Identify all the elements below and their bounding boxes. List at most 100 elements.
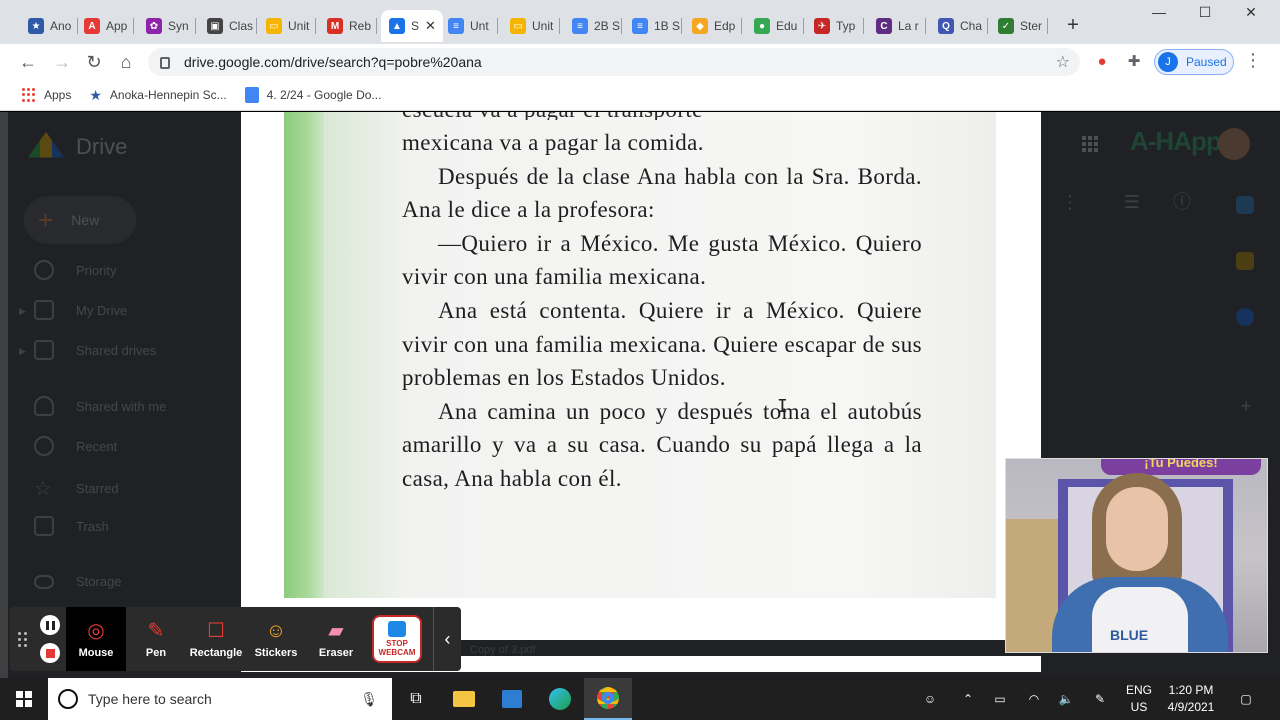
battery-icon[interactable]: ▭ (988, 678, 1012, 720)
info-icon[interactable]: ⓘ (1170, 190, 1194, 214)
browser-tab[interactable]: ≡ 1B S (624, 10, 682, 42)
tab-label: Typ (836, 19, 856, 33)
show-hidden-icons-icon[interactable]: ⌃ (958, 678, 978, 720)
wifi-icon[interactable]: ◠ (1022, 678, 1046, 720)
browser-tab[interactable]: Q Cha (930, 10, 988, 42)
minimize-button[interactable]: — (1136, 4, 1182, 20)
new-tab-button[interactable]: + (1062, 14, 1084, 37)
paragraph: Ana está contenta. Quiere ir a México. Q… (402, 297, 922, 391)
chrome-menu-icon[interactable]: ⋮ (1244, 50, 1262, 71)
typing-icon: ✈ (814, 18, 830, 34)
keep-icon[interactable] (1236, 252, 1254, 270)
browser-tab[interactable]: ● Edu (746, 10, 804, 42)
pause-button[interactable] (40, 615, 60, 635)
back-icon[interactable]: ← (16, 50, 40, 74)
store-icon[interactable] (488, 678, 536, 720)
start-button[interactable] (0, 678, 48, 720)
collapse-toolbar-icon[interactable]: ‹ (433, 607, 461, 671)
docs-icon: ≡ (448, 18, 464, 34)
calendar-icon[interactable] (1236, 196, 1254, 214)
task-view-icon[interactable]: ⧉ (392, 678, 440, 720)
sidebar-item-label: Shared drives (76, 342, 157, 358)
sidebar-item-starred[interactable]: ☆ Starred (34, 476, 119, 501)
browser-tab[interactable]: ✿ Syn (138, 10, 196, 42)
edge-icon[interactable] (536, 678, 584, 720)
tab-separator (621, 18, 622, 34)
chrome-taskbar-icon[interactable] (584, 678, 632, 720)
stop-webcam-button[interactable]: STOP WEBCAM (372, 615, 422, 663)
sidebar-item-recent[interactable]: Recent (34, 436, 117, 456)
sidebar-item-trash[interactable]: Trash (34, 516, 109, 536)
account-avatar[interactable] (1218, 128, 1250, 160)
docs-icon: ≡ (572, 18, 588, 34)
browser-tab[interactable]: M Reb (319, 10, 377, 42)
sidebar-item-shared-with-me[interactable]: Shared with me (34, 396, 166, 416)
browser-tab[interactable]: ▭ Unit (502, 10, 560, 42)
bookmark-apps[interactable]: Apps (22, 88, 71, 102)
browser-tab[interactable]: A App (76, 10, 134, 42)
browser-tab[interactable]: ★ Ano (20, 10, 78, 42)
left-edge (0, 112, 8, 678)
tasks-icon[interactable] (1236, 308, 1254, 326)
sidebar-item-shared-drives[interactable]: Shared drives (34, 340, 156, 360)
drive-logo[interactable]: Drive (28, 132, 127, 162)
sidebar-item-my-drive[interactable]: My Drive (34, 300, 127, 320)
pen-workspace-icon[interactable]: ✎ (1088, 678, 1112, 720)
bookmark-google-doc[interactable]: 4. 2/24 - Google Do... (244, 87, 381, 103)
reload-icon[interactable]: ↻ (82, 50, 106, 74)
browser-tab[interactable]: ▭ Unit (258, 10, 316, 42)
maximize-button[interactable]: ☐ (1182, 4, 1228, 21)
new-button[interactable]: + New (24, 196, 136, 244)
browser-tab[interactable]: ✓ Ster (990, 10, 1048, 42)
tool-stickers[interactable]: ☺ Stickers (246, 607, 306, 671)
browser-tab[interactable]: ◆ Edp (684, 10, 742, 42)
sidebar-item-storage[interactable]: Storage (34, 574, 122, 589)
people-icon[interactable]: ☺ (918, 678, 942, 720)
list-view-icon[interactable]: ☰ (1120, 190, 1144, 214)
sidebar-item-priority[interactable]: Priority (34, 260, 116, 280)
home-icon[interactable]: ⌂ (114, 50, 138, 74)
google-apps-icon[interactable] (1082, 136, 1098, 152)
partial-line: escuela va a pagar el transporte (402, 112, 922, 120)
browser-tab[interactable]: C La r (868, 10, 926, 42)
bookmark-anoka[interactable]: ★ Anoka-Hennepin Sc... (89, 87, 226, 104)
forward-icon[interactable]: → (50, 50, 74, 74)
extensions-puzzle-icon[interactable]: ✚ (1124, 52, 1144, 72)
add-addon-icon[interactable]: + (1234, 394, 1258, 418)
more-options-icon[interactable]: ⋮ (1058, 190, 1082, 214)
address-bar[interactable]: drive.google.com/drive/search?q=pobre%20… (148, 48, 1080, 76)
tool-eraser[interactable]: ▰ Eraser (306, 607, 366, 671)
browser-tab[interactable]: ▣ Clas (199, 10, 257, 42)
file-explorer-icon[interactable] (440, 678, 488, 720)
shirt-text: BLUE (1110, 627, 1149, 643)
browser-tab[interactable]: ▲ S ✕ (381, 10, 443, 42)
bookmark-star-icon[interactable]: ☆ (1056, 52, 1070, 72)
close-window-button[interactable]: ✕ (1228, 4, 1274, 21)
edpuzzle-icon: ◆ (692, 18, 708, 34)
microphone-icon[interactable]: 🎙 (360, 691, 378, 708)
browser-tab[interactable]: ≡ Unt (440, 10, 498, 42)
volume-icon[interactable]: 🔈 (1054, 678, 1078, 720)
circle-c-icon: C (876, 18, 892, 34)
profile-button[interactable]: J Paused (1154, 49, 1234, 75)
stop-recording-button[interactable] (40, 643, 60, 663)
close-tab-icon[interactable]: ✕ (425, 18, 436, 34)
taskbar-search[interactable]: Type here to search 🎙 (48, 678, 392, 720)
tool-pen[interactable]: ✎ Pen (126, 607, 186, 671)
cloud-icon (34, 574, 54, 589)
webcam-view[interactable]: ¡Tu Puedes! BLUE (1005, 458, 1268, 653)
sticker-icon: ☺ (265, 620, 287, 642)
tool-rectangle[interactable]: ☐ Rectangle (186, 607, 246, 671)
tool-mouse[interactable]: ◎ Mouse (66, 607, 126, 671)
expand-caret-icon[interactable]: ▶ (19, 306, 26, 317)
extension-record-icon[interactable]: ● (1092, 52, 1112, 72)
rectangle-icon: ☐ (207, 620, 225, 642)
browser-tab[interactable]: ✈ Typ (806, 10, 864, 42)
expand-caret-icon[interactable]: ▶ (19, 346, 26, 357)
input-language[interactable]: ENG US (1124, 682, 1154, 716)
tab-separator (315, 18, 316, 34)
notifications-icon[interactable]: ▢ (1234, 678, 1258, 720)
system-clock[interactable]: 1:20 PM 4/9/2021 (1160, 682, 1222, 716)
drag-handle-icon[interactable] (10, 631, 34, 647)
browser-tab[interactable]: ≡ 2B S (564, 10, 622, 42)
